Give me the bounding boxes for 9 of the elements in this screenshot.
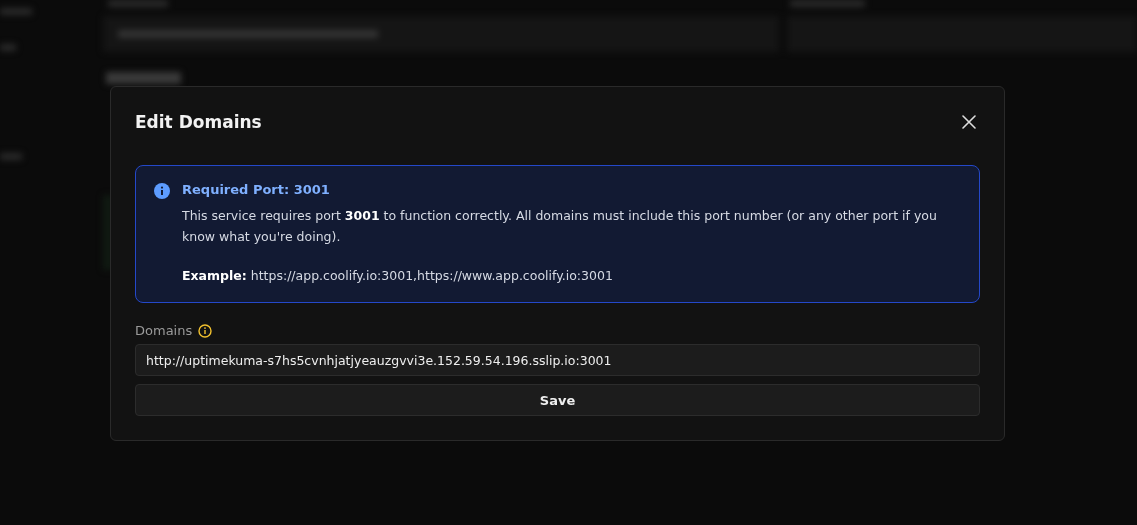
notice-text: This service requires port 3001 to function correctly. All domains must include this port number (or any other port if you know what you're doing). [182,207,938,246]
domains-field[interactable]: http://uptimekuma-s7hs5cvnhjatjyeauzgvvi3e.152.59.54.196.sslip.io:3001 [135,344,980,376]
save-button[interactable]: Save [135,384,980,416]
field-label: Domains [135,323,193,338]
example-text: Example: https://app.coolify.io:3001,https://www.app.coolify.io:3001 [182,267,614,285]
info-icon [198,323,213,338]
info-icon [154,183,170,199]
dialog-title: Edit Domains [135,112,262,132]
notice-title: Required Port: 3001 [182,182,331,197]
